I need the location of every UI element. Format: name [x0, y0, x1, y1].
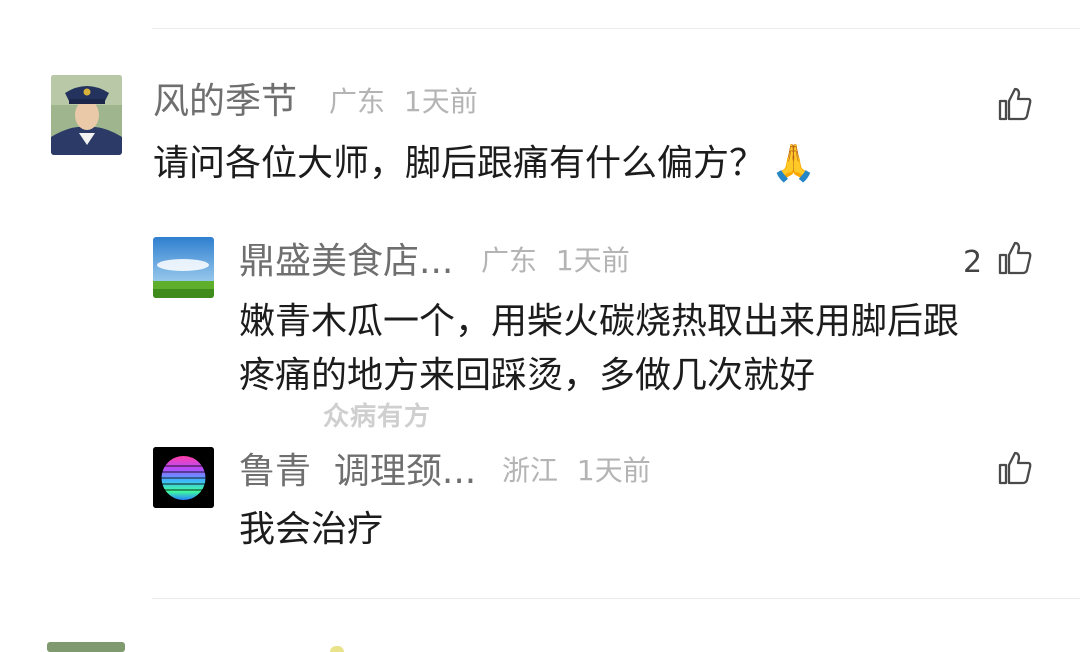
thumbs-up-icon [998, 87, 1032, 121]
watermark: 众病有方 [323, 402, 432, 432]
avatar[interactable] [51, 75, 122, 155]
avatar[interactable] [153, 237, 214, 298]
like-button[interactable] [997, 450, 1033, 486]
reply-time: 1天前 [555, 244, 630, 277]
sky-grassland-avatar-icon [153, 237, 214, 298]
like-button[interactable] [997, 240, 1033, 276]
reply-time: 1天前 [576, 454, 651, 487]
comment-username[interactable]: 风的季节 [153, 84, 297, 120]
reply-username[interactable]: 鼎盛美食店... [239, 244, 453, 280]
thumbs-up-icon [998, 451, 1032, 485]
reply-meta: 浙江 1天前 [502, 457, 651, 485]
reply-username[interactable]: 鲁青 调理颈... [239, 454, 476, 490]
comment-text-content: 请问各位大师，脚后跟痛有什么偏方？ [153, 143, 766, 184]
reply-text-line: 疼痛的地方来回踩烫，多做几次就好 [239, 355, 816, 396]
comment-meta: 广东 1天前 [329, 88, 478, 116]
comment-time: 1天前 [403, 85, 478, 118]
police-officer-avatar-icon [51, 75, 122, 155]
partial-icon [330, 646, 344, 652]
top-divider [152, 28, 1080, 29]
comment-text: 请问各位大师，脚后跟痛有什么偏方？ 🙏 [153, 142, 816, 186]
comment-location: 广东 [329, 85, 386, 118]
colorful-sphere-avatar-icon [153, 447, 214, 508]
reply-text: 我会治疗 [239, 509, 384, 550]
like-button[interactable] [997, 86, 1033, 122]
thumbs-up-icon [998, 241, 1032, 275]
reply-text: 嫩青木瓜一个，用柴火碳烧热取出来用脚后跟 疼痛的地方来回踩烫，多做几次就好 [239, 300, 1059, 398]
praying-hands-icon: 🙏 [771, 143, 816, 184]
reply-text-line: 嫩青木瓜一个，用柴火碳烧热取出来用脚后跟 [239, 301, 960, 342]
avatar[interactable] [153, 447, 214, 508]
reply-location: 广东 [481, 244, 538, 277]
avatar[interactable] [47, 642, 125, 652]
reply-meta: 广东 1天前 [481, 247, 630, 275]
bottom-divider [152, 598, 1080, 599]
like-count: 2 [963, 245, 983, 280]
reply-location: 浙江 [502, 454, 559, 487]
